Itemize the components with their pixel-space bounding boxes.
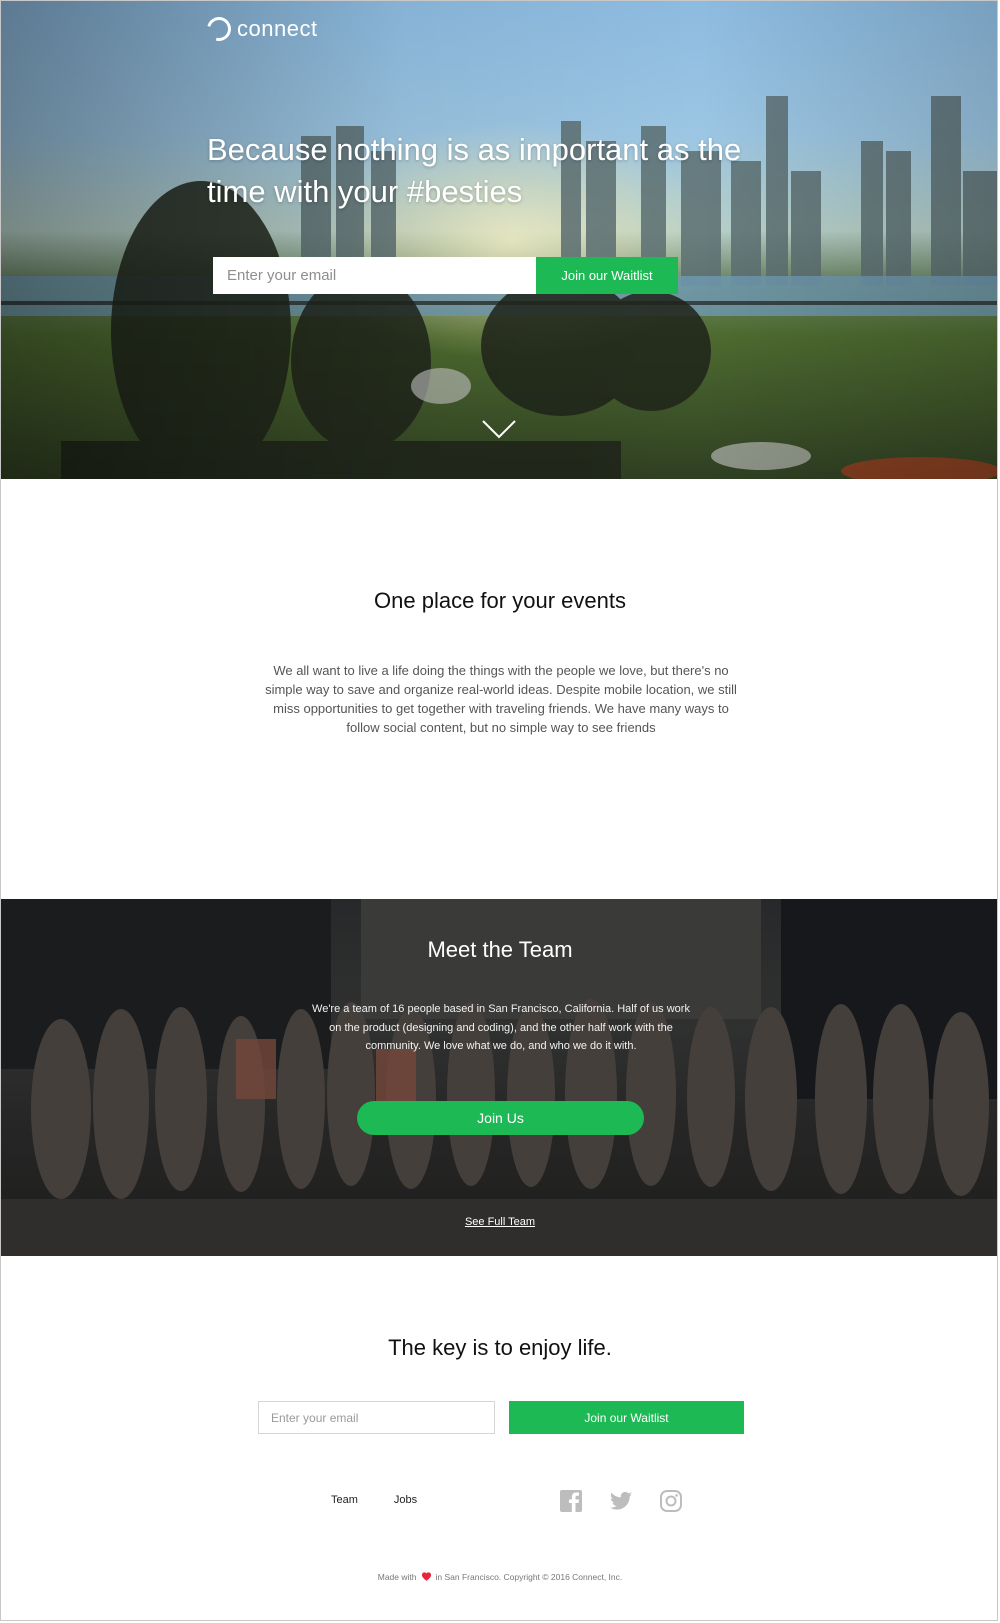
hero-section: connect Because nothing is as important … xyxy=(1,1,997,479)
copyright: Made with in San Francisco. Copyright © … xyxy=(1,1571,997,1582)
instagram-icon[interactable] xyxy=(659,1489,683,1513)
join-us-button[interactable]: Join Us xyxy=(357,1101,644,1135)
chevron-down-icon[interactable] xyxy=(481,417,517,441)
footer-nav: Team Jobs xyxy=(331,1494,417,1506)
twitter-icon[interactable] xyxy=(609,1489,633,1513)
team-title: Meet the Team xyxy=(427,937,573,962)
events-title: One place for your events xyxy=(374,588,626,613)
events-description: We all want to live a life doing the thi… xyxy=(265,663,737,735)
hero-join-waitlist-button[interactable]: Join our Waitlist xyxy=(536,257,678,294)
footer-waitlist-form: Join our Waitlist xyxy=(258,1401,744,1434)
logo[interactable]: connect xyxy=(202,12,318,46)
hero-overlay xyxy=(1,1,997,479)
copyright-text: in San Francisco. Copyright © 2016 Conne… xyxy=(435,1571,623,1582)
logo-text: connect xyxy=(237,16,318,41)
see-full-team-row: See Full Team xyxy=(1,1216,997,1228)
footer-join-waitlist-button[interactable]: Join our Waitlist xyxy=(509,1401,744,1434)
facebook-icon[interactable] xyxy=(559,1489,583,1513)
page: connect Because nothing is as important … xyxy=(0,0,998,1621)
footer-link-team[interactable]: Team xyxy=(331,1494,358,1506)
see-full-team-link[interactable]: See Full Team xyxy=(465,1216,535,1228)
heart-icon xyxy=(421,1572,431,1581)
footer-link-jobs[interactable]: Jobs xyxy=(394,1494,417,1506)
footer-email-input[interactable] xyxy=(258,1401,495,1434)
team-section: Meet the Team We're a team of 16 people … xyxy=(1,899,997,1256)
hero-email-input[interactable] xyxy=(213,257,536,294)
social-links xyxy=(559,1489,683,1513)
hero-title: Because nothing is as important as the t… xyxy=(207,132,742,209)
logo-ring-icon xyxy=(202,12,236,46)
team-description: We're a team of 16 people based in San F… xyxy=(312,1003,690,1052)
hero-waitlist-form: Join our Waitlist xyxy=(213,257,678,294)
made-with-text: Made with xyxy=(377,1571,417,1582)
signup-title: The key is to enjoy life. xyxy=(388,1335,612,1360)
